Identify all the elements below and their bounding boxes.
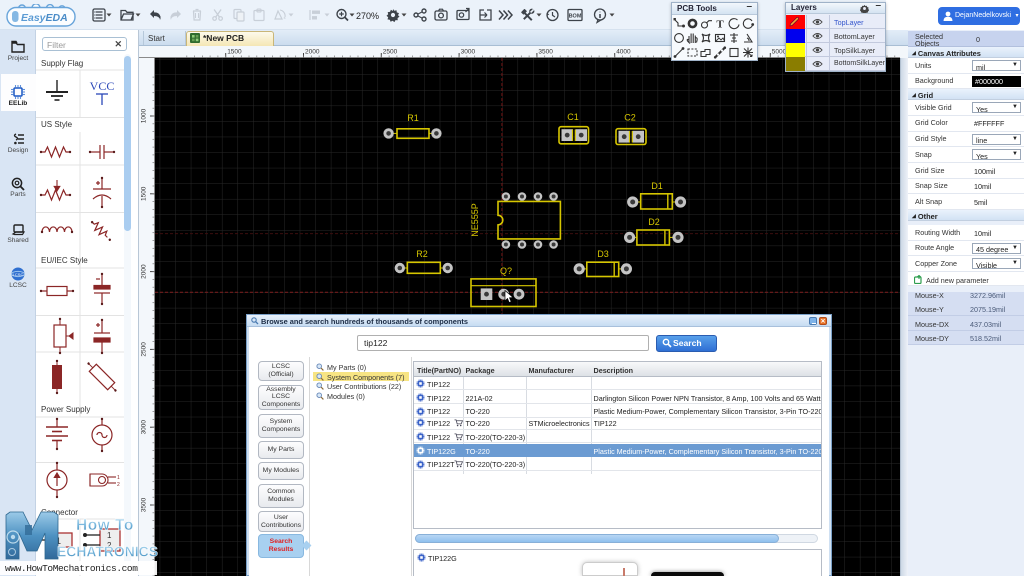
svg-text:EU/IEC Style: EU/IEC Style: [41, 256, 88, 265]
svg-text:1500: 1500: [141, 186, 148, 201]
svg-text:C2: C2: [624, 113, 636, 123]
svg-text:R2: R2: [416, 249, 428, 259]
svg-text:3000: 3000: [461, 49, 476, 56]
svg-text:LCSC: LCSC: [13, 272, 24, 277]
svg-text:1: 1: [117, 475, 120, 481]
svg-text:D3: D3: [597, 249, 609, 259]
svg-text:3000: 3000: [141, 420, 148, 435]
svg-text:How To: How To: [76, 517, 134, 534]
svg-text:3500: 3500: [538, 49, 553, 56]
svg-text:1500: 1500: [227, 49, 242, 56]
svg-text:2: 2: [117, 482, 120, 488]
svg-text:D1: D1: [651, 181, 663, 191]
svg-text:2000: 2000: [305, 49, 320, 56]
svg-text:4000: 4000: [616, 49, 631, 56]
svg-text:270%: 270%: [356, 11, 379, 21]
svg-text:NE555P: NE555P: [470, 203, 480, 237]
svg-text:2500: 2500: [383, 49, 398, 56]
svg-text:1000: 1000: [141, 108, 148, 123]
svg-text:VCC: VCC: [90, 79, 115, 93]
svg-text:US Style: US Style: [41, 120, 73, 129]
svg-text:R1: R1: [407, 113, 419, 123]
svg-text:D2: D2: [648, 217, 660, 227]
svg-text:T: T: [716, 19, 724, 31]
svg-text:C1: C1: [567, 112, 579, 122]
svg-text:Q?: Q?: [500, 266, 512, 276]
svg-text:BOM: BOM: [569, 14, 582, 20]
svg-text:Power Supply: Power Supply: [41, 405, 90, 414]
svg-text:EasyEDA: EasyEDA: [21, 12, 68, 24]
svg-text:ECHATRONICS: ECHATRONICS: [57, 544, 158, 561]
svg-text:Supply Flag: Supply Flag: [41, 59, 83, 68]
svg-text:2500: 2500: [141, 342, 148, 357]
svg-text:2000: 2000: [141, 264, 148, 279]
